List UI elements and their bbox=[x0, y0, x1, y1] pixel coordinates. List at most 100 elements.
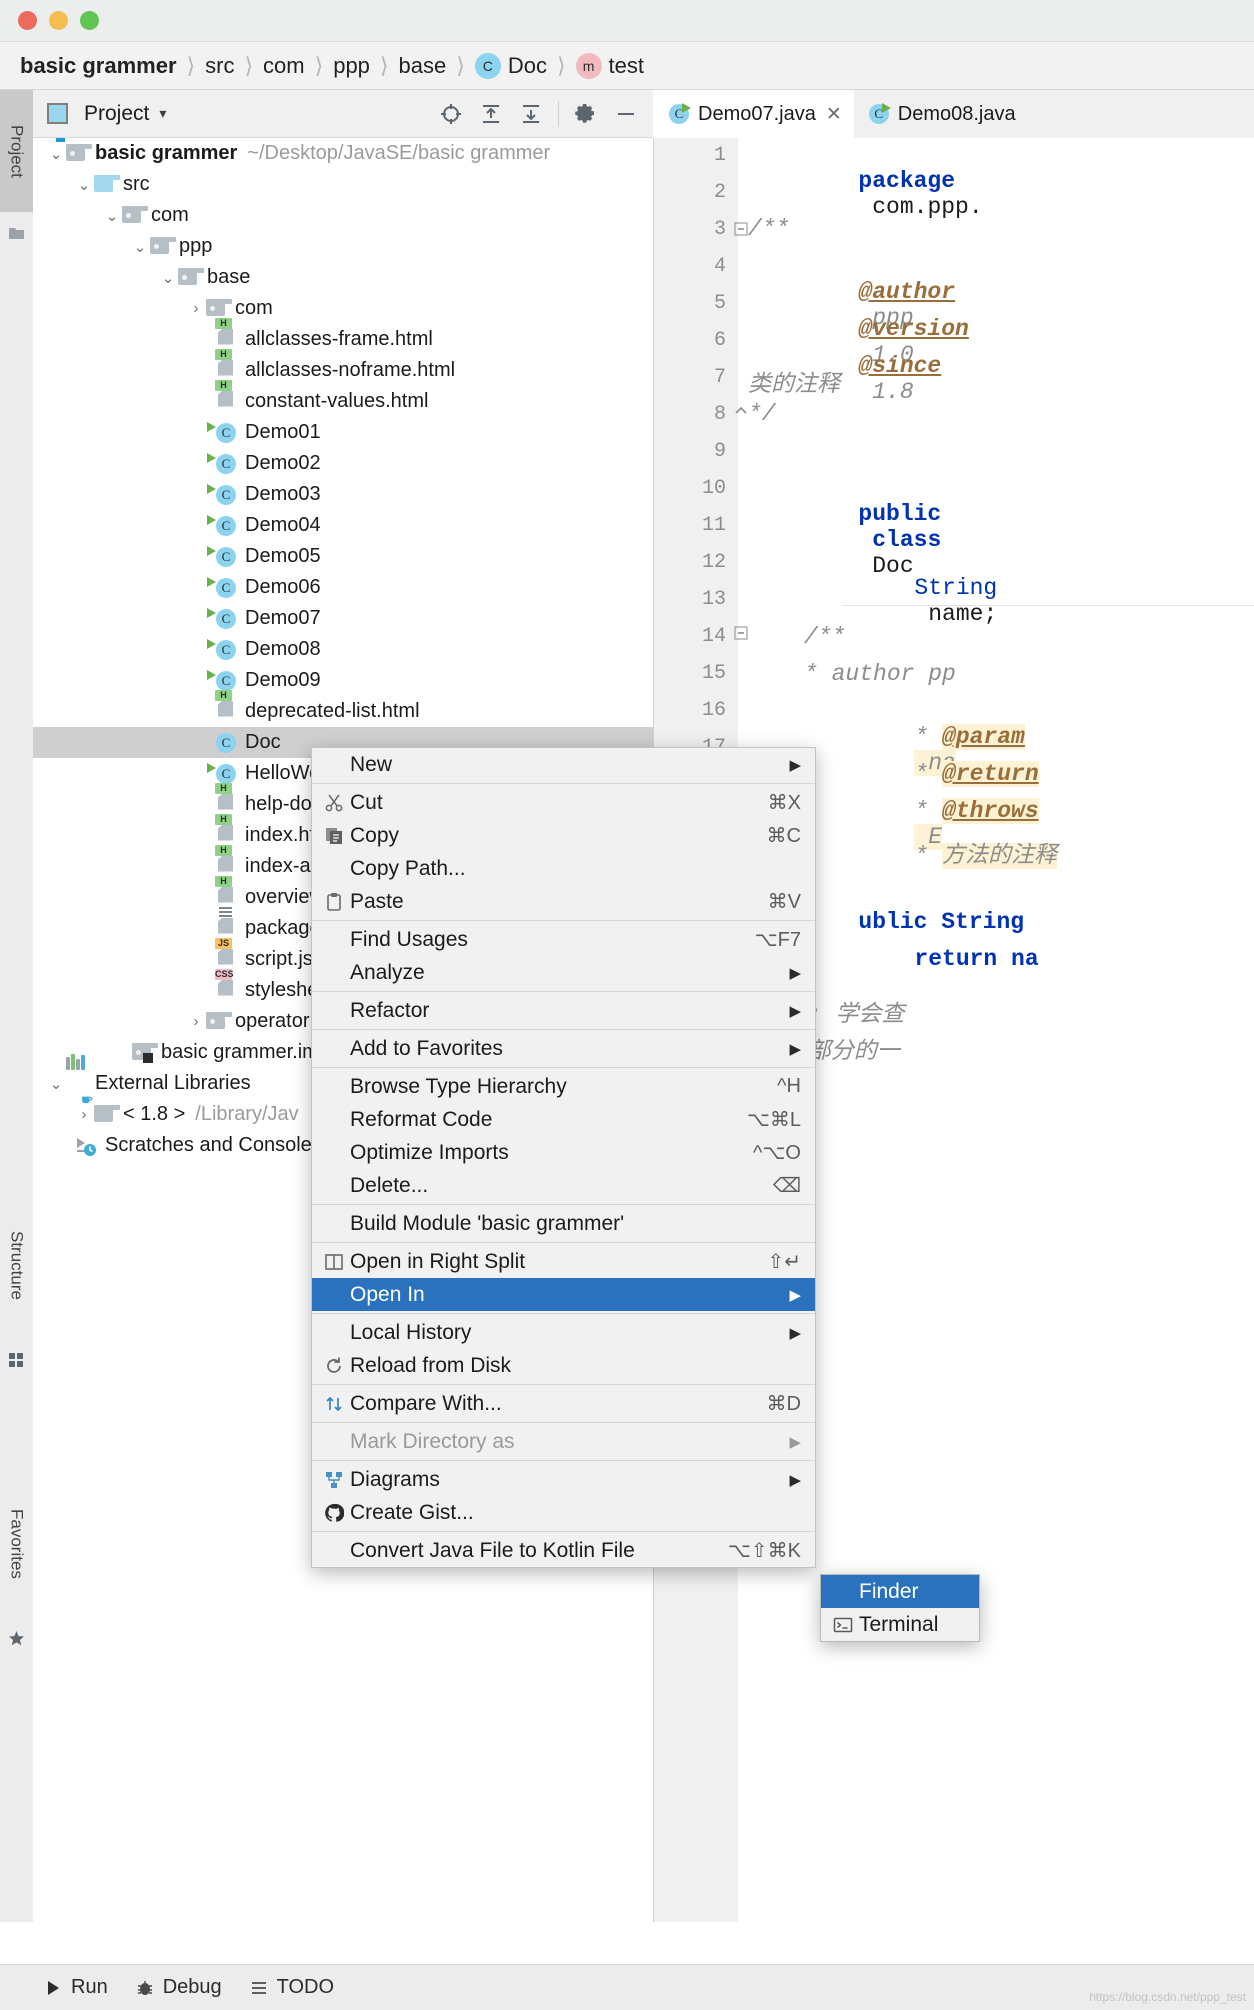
open-in-submenu[interactable]: Finder Terminal bbox=[820, 1574, 980, 1642]
chevron-right-icon: ▶ bbox=[789, 756, 801, 774]
fold-end-marker-icon[interactable] bbox=[734, 406, 748, 420]
menu-item-convert-java-to-kotlin[interactable]: Convert Java File to Kotlin File ⌥⇧⌘K bbox=[312, 1534, 815, 1567]
strip-button-structure[interactable]: Structure bbox=[0, 1190, 33, 1340]
tree-row-file[interactable]: C Demo07 bbox=[33, 603, 653, 634]
tree-row-file[interactable]: C Demo08 bbox=[33, 634, 653, 665]
chevron-down-icon[interactable]: ▾ bbox=[159, 105, 166, 122]
menu-item-local-history[interactable]: Local History ▶ bbox=[312, 1316, 815, 1349]
menu-item-compare-with[interactable]: Compare With... ⌘D bbox=[312, 1387, 815, 1420]
structure-folder-icon[interactable] bbox=[8, 224, 25, 241]
tree-row-file[interactable]: H allclasses-frame.html bbox=[33, 317, 653, 355]
code-content[interactable]: package com.ppp. /** @author ppp @versio… bbox=[748, 138, 1254, 1922]
tree-row-file[interactable]: H allclasses-noframe.html bbox=[33, 348, 653, 386]
breadcrumb-item-doc[interactable]: C Doc bbox=[474, 52, 547, 79]
structure-grid-icon[interactable] bbox=[8, 1352, 25, 1369]
expand-all-icon[interactable] bbox=[478, 101, 504, 127]
menu-item-build-module[interactable]: Build Module 'basic grammer' bbox=[312, 1207, 815, 1240]
chevron-right-icon: ▶ bbox=[789, 964, 801, 982]
status-debug-button[interactable]: Debug bbox=[136, 1976, 222, 1999]
tree-row-ppp[interactable]: ⌄ ppp bbox=[33, 231, 653, 262]
tree-row-file[interactable]: C Demo09 bbox=[33, 665, 653, 696]
menu-item-reload-from-disk[interactable]: Reload from Disk bbox=[312, 1349, 815, 1382]
tree-row-file[interactable]: H constant-values.html bbox=[33, 379, 653, 417]
menu-item-analyze[interactable]: Analyze ▶ bbox=[312, 956, 815, 989]
tree-row-file[interactable]: H deprecated-list.html bbox=[33, 689, 653, 727]
strip-button-favorites[interactable]: Favorites bbox=[0, 1470, 33, 1618]
editor-tab-demo07[interactable]: C Demo07.java ✕ bbox=[654, 90, 854, 138]
breadcrumb-item-src[interactable]: src bbox=[205, 53, 234, 79]
chevron-right-icon: ▶ bbox=[789, 1324, 801, 1342]
minimize-button[interactable] bbox=[49, 11, 68, 30]
tree-row-file[interactable]: C Demo02 bbox=[33, 448, 653, 479]
menu-item-cut[interactable]: Cut ⌘X bbox=[312, 786, 815, 819]
menu-item-paste[interactable]: Paste ⌘V bbox=[312, 885, 815, 918]
tree-row-com-inner[interactable]: › com bbox=[33, 293, 653, 324]
hide-toolwindow-icon[interactable] bbox=[613, 101, 639, 127]
tree-row-file[interactable]: C Demo05 bbox=[33, 541, 653, 572]
menu-item-reformat-code[interactable]: Reformat Code ⌥⌘L bbox=[312, 1103, 815, 1136]
toolwindow-actions bbox=[438, 100, 653, 127]
fold-marker-icon[interactable] bbox=[734, 626, 748, 640]
chevron-down-icon[interactable]: ⌄ bbox=[159, 269, 177, 287]
menu-item-refactor[interactable]: Refactor ▶ bbox=[312, 994, 815, 1027]
menu-item-optimize-imports[interactable]: Optimize Imports ^⌥O bbox=[312, 1136, 815, 1169]
menu-item-delete[interactable]: Delete... ⌫ bbox=[312, 1169, 815, 1202]
code-javadoc-text: 类的注释 bbox=[748, 372, 840, 398]
chevron-right-icon: ▶ bbox=[789, 1286, 801, 1304]
breadcrumb-item-base[interactable]: base bbox=[399, 53, 447, 79]
breadcrumb-item-ppp[interactable]: ppp bbox=[333, 53, 370, 79]
project-toolwindow-title[interactable]: Project bbox=[84, 102, 149, 126]
tree-row-file[interactable]: C Demo03 bbox=[33, 479, 653, 510]
menu-item-add-to-favorites[interactable]: Add to Favorites ▶ bbox=[312, 1032, 815, 1065]
breadcrumb-item-test[interactable]: m test bbox=[575, 52, 644, 79]
locate-icon[interactable] bbox=[438, 101, 464, 127]
gear-icon[interactable] bbox=[573, 101, 599, 127]
chevron-right-icon[interactable]: › bbox=[75, 1106, 93, 1124]
editor-tab-demo08[interactable]: C Demo08.java bbox=[854, 90, 1028, 138]
status-bar: Run Debug TODO bbox=[0, 1964, 1254, 2010]
tree-row-module[interactable]: ⌄ basic grammer ~/Desktop/JavaSE/basic g… bbox=[33, 138, 653, 169]
close-button[interactable] bbox=[18, 11, 37, 30]
chevron-down-icon[interactable]: ⌄ bbox=[131, 238, 149, 256]
strip-button-project[interactable]: Project bbox=[0, 90, 33, 212]
chevron-down-icon[interactable]: ⌄ bbox=[75, 176, 93, 194]
tree-row-file[interactable]: C Demo04 bbox=[33, 510, 653, 541]
tree-row-base[interactable]: ⌄ base bbox=[33, 262, 653, 293]
star-icon[interactable] bbox=[8, 1630, 25, 1647]
chevron-down-icon[interactable]: ⌄ bbox=[47, 145, 65, 163]
chevron-right-icon: ▶ bbox=[789, 1002, 801, 1020]
menu-item-copy[interactable]: Copy ⌘C bbox=[312, 819, 815, 852]
context-menu[interactable]: New ▶ Cut ⌘X Copy ⌘C Copy Path... Paste … bbox=[311, 747, 816, 1568]
menu-item-create-gist[interactable]: Create Gist... bbox=[312, 1496, 815, 1529]
tree-label: Demo03 bbox=[245, 483, 321, 505]
fold-marker-icon[interactable] bbox=[734, 222, 748, 236]
tree-row-com[interactable]: ⌄ com bbox=[33, 200, 653, 231]
menu-item-diagrams[interactable]: Diagrams ▶ bbox=[312, 1463, 815, 1496]
chevron-right-icon[interactable]: › bbox=[187, 300, 205, 318]
breadcrumb-separator-icon: ⟩ bbox=[556, 52, 566, 78]
status-run-button[interactable]: Run bbox=[44, 1976, 108, 1999]
tree-row-src[interactable]: ⌄ src bbox=[33, 169, 653, 200]
menu-item-find-usages[interactable]: Find Usages ⌥F7 bbox=[312, 923, 815, 956]
submenu-item-finder[interactable]: Finder bbox=[821, 1575, 979, 1608]
breadcrumb-item-project[interactable]: basic grammer bbox=[20, 53, 177, 79]
close-icon[interactable]: ✕ bbox=[826, 103, 842, 126]
status-todo-button[interactable]: TODO bbox=[250, 1976, 334, 1999]
maximize-button[interactable] bbox=[80, 11, 99, 30]
menu-item-browse-type-hierarchy[interactable]: Browse Type Hierarchy ^H bbox=[312, 1070, 815, 1103]
package-folder-icon bbox=[205, 298, 232, 320]
submenu-item-terminal[interactable]: Terminal bbox=[821, 1608, 979, 1641]
menu-item-new[interactable]: New ▶ bbox=[312, 748, 815, 781]
collapse-all-icon[interactable] bbox=[518, 101, 544, 127]
chevron-right-icon[interactable]: › bbox=[187, 1013, 205, 1031]
menu-item-copy-path[interactable]: Copy Path... bbox=[312, 852, 815, 885]
breadcrumb-separator-icon: ⟩ bbox=[244, 52, 254, 78]
tree-row-file[interactable]: C Demo01 bbox=[33, 417, 653, 448]
menu-item-open-in[interactable]: Open In ▶ bbox=[312, 1278, 815, 1311]
breadcrumb-item-com[interactable]: com bbox=[263, 53, 305, 79]
chevron-down-icon[interactable]: ⌄ bbox=[47, 1075, 65, 1093]
tree-row-file[interactable]: C Demo06 bbox=[33, 572, 653, 603]
menu-label: Analyze bbox=[350, 960, 425, 984]
chevron-down-icon[interactable]: ⌄ bbox=[103, 207, 121, 225]
menu-item-open-in-right-split[interactable]: Open in Right Split ⇧↵ bbox=[312, 1245, 815, 1278]
